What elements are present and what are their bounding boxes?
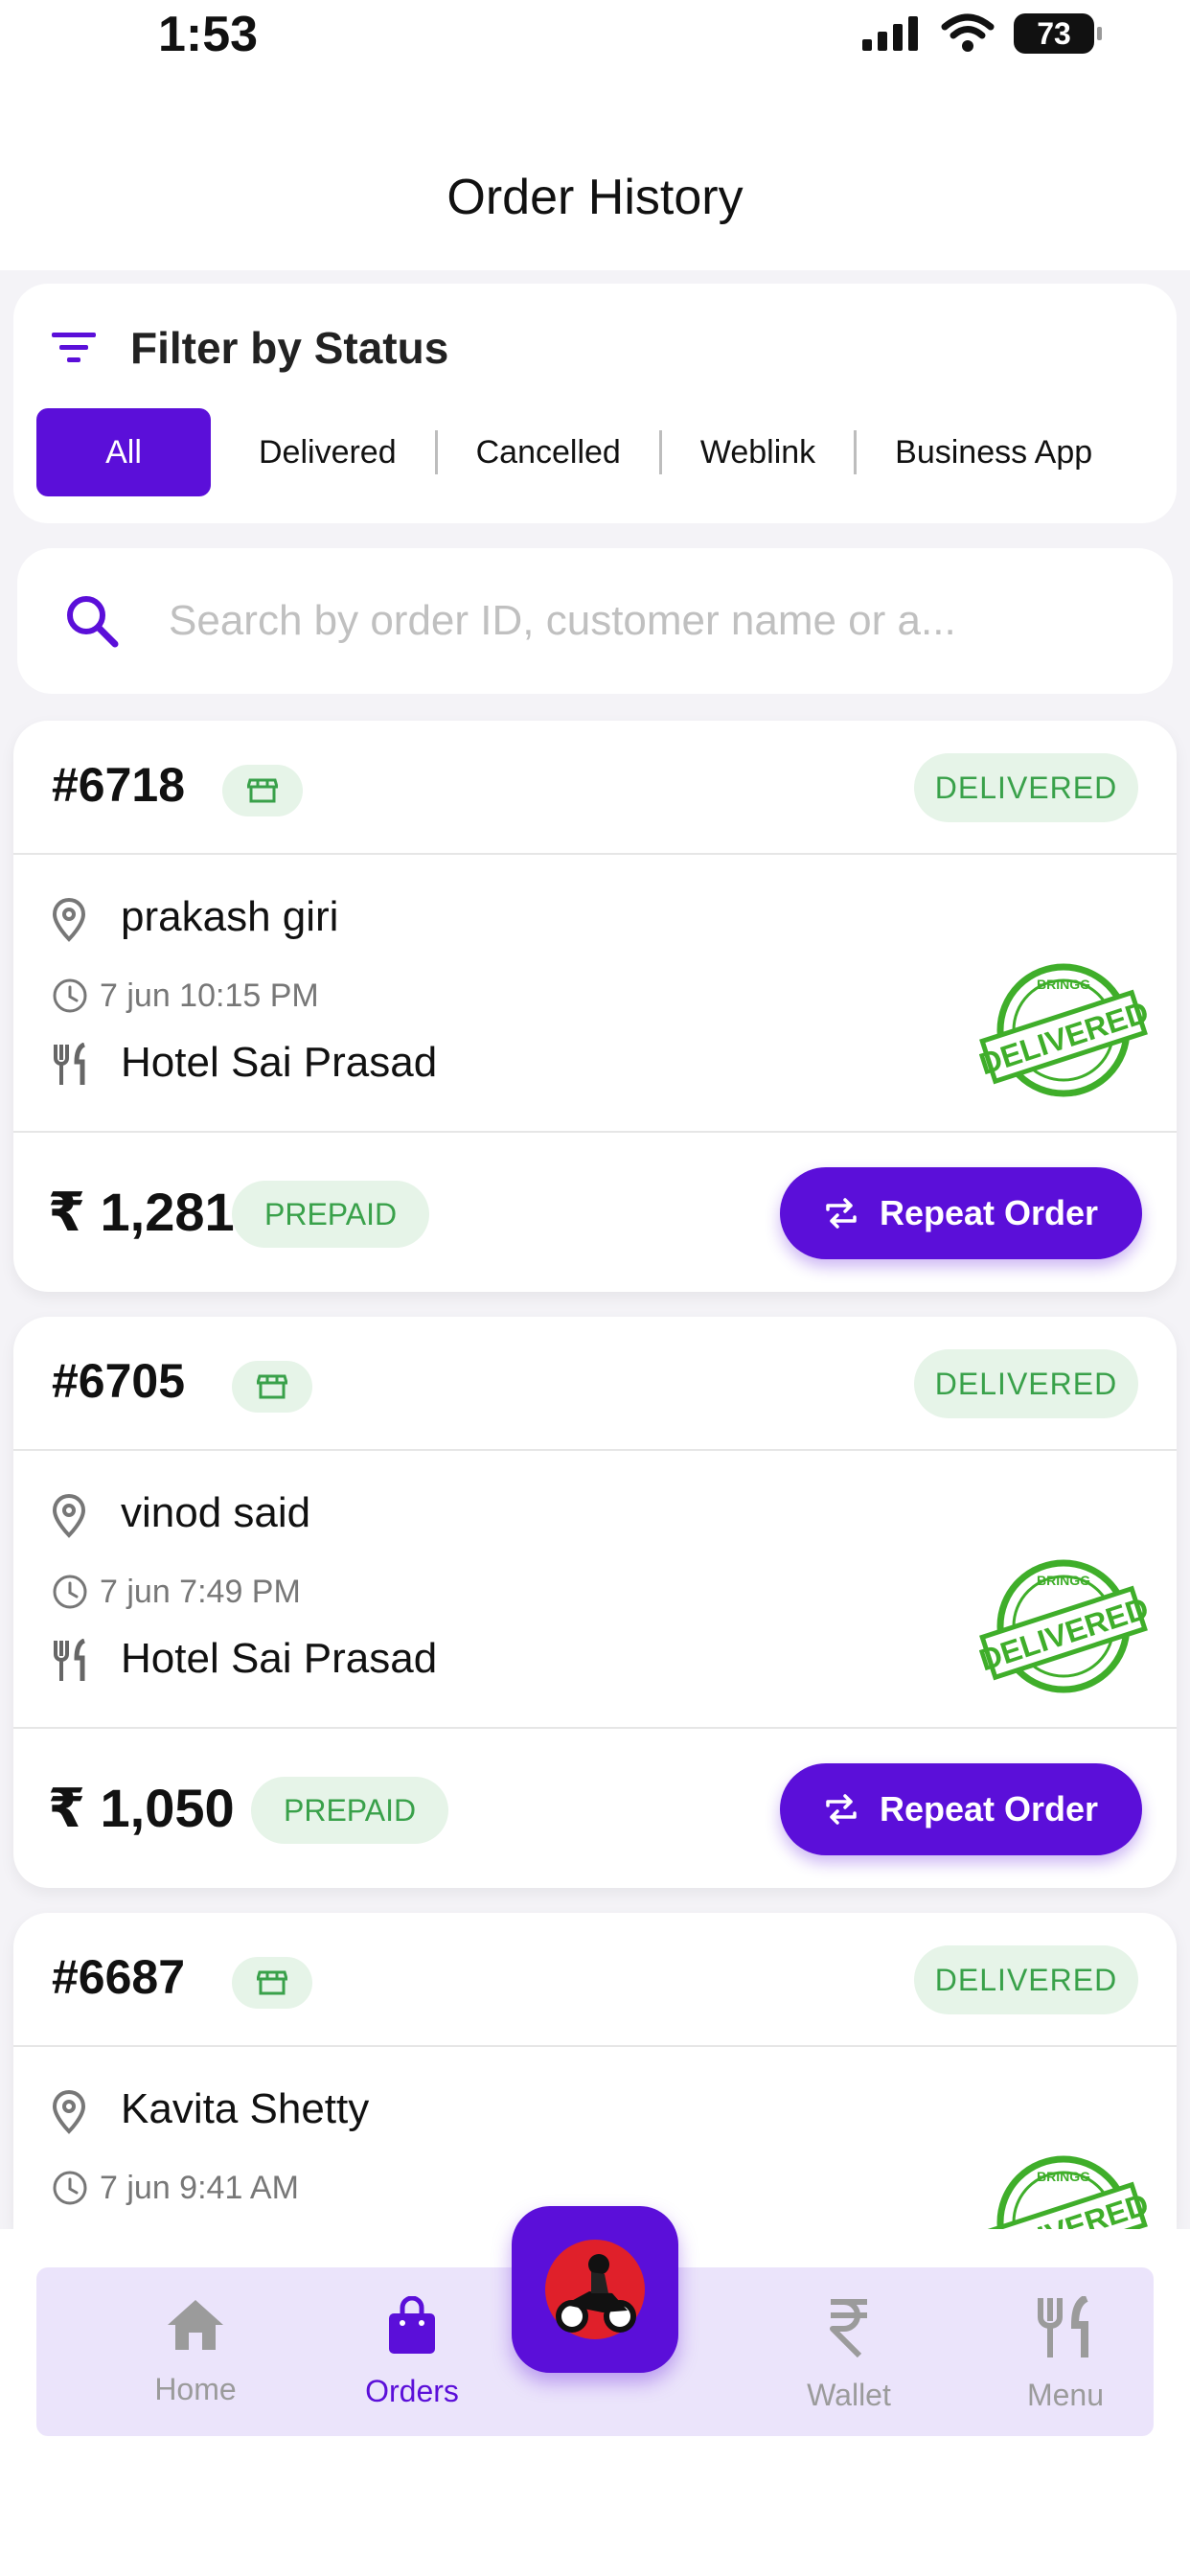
status-bar: 1:53 73 (0, 0, 1190, 77)
search-icon (67, 596, 119, 648)
home-icon (168, 2300, 223, 2350)
chip-divider (658, 430, 662, 474)
status-time: 1:53 (158, 7, 259, 62)
restaurant-name: Hotel Sai Prasad (121, 1039, 438, 1086)
status-icons: 73 (860, 13, 1102, 54)
order-card[interactable]: #6718 DELIVERED prakash giri 7 jun 10:15… (13, 721, 1177, 1292)
location-pin-icon (52, 2089, 86, 2134)
customer-name: vinod said (121, 1489, 311, 1536)
restaurant-name: Hotel Sai Prasad (121, 1635, 438, 1682)
status-badge: DELIVERED (914, 753, 1138, 822)
clock-icon (53, 2171, 87, 2205)
fork-knife-icon (1038, 2294, 1088, 2358)
stamp-top-text: BRINGG (1037, 2169, 1090, 2184)
motorbike-rider-icon (545, 2240, 645, 2339)
delivered-stamp-icon: BRINGG DELIVERED (979, 1559, 1148, 1693)
chip-weblink[interactable]: Weblink (681, 408, 835, 496)
fork-knife-icon (54, 1043, 86, 1085)
repeat-order-label: Repeat Order (879, 1789, 1099, 1828)
payment-badge: PREPAID (232, 1181, 430, 1248)
nav-orders[interactable]: Orders (326, 2295, 498, 2409)
customer-name: prakash giri (121, 893, 339, 940)
nav-home-label: Home (154, 2372, 237, 2406)
search-box[interactable] (17, 548, 1173, 694)
wifi-icon (941, 13, 995, 52)
order-card-body: prakash giri 7 jun 10:15 PM Hotel Sai Pr… (13, 855, 1177, 1133)
page-title: Order History (446, 170, 744, 225)
status-chips: All Delivered Cancelled Weblink Business… (36, 408, 1111, 496)
order-card-body: Kavita Shetty 7 jun 9:41 AM BRINGG DELIV… (13, 2047, 1177, 2229)
repeat-icon (826, 1198, 857, 1229)
repeat-icon (826, 1794, 857, 1825)
order-time: 7 jun 10:15 PM (100, 978, 319, 1014)
filter-title: Filter by Status (130, 323, 449, 373)
repeat-order-button[interactable]: Repeat Order (780, 1167, 1142, 1259)
location-pin-icon (52, 897, 86, 942)
chip-divider (434, 430, 438, 474)
rupee-icon (830, 2299, 867, 2358)
stamp-top-text: BRINGG (1037, 977, 1090, 992)
page-header: Order History (0, 77, 1190, 270)
center-action-button[interactable] (512, 2206, 678, 2373)
order-card[interactable]: #6687 DELIVERED Kavita Shetty 7 jun 9:41… (13, 1913, 1177, 2229)
nav-home[interactable]: Home (109, 2296, 282, 2407)
clock-icon (53, 978, 87, 1013)
order-id: #6687 (52, 1950, 186, 2004)
chip-all[interactable]: All (36, 408, 211, 496)
chip-delivered[interactable]: Delivered (240, 408, 416, 496)
chip-divider (854, 430, 858, 474)
nav-menu-label: Menu (1026, 2378, 1105, 2412)
status-badge: DELIVERED (914, 1945, 1138, 2014)
repeat-order-button[interactable]: Repeat Order (780, 1763, 1142, 1855)
order-time: 7 jun 7:49 PM (100, 1574, 301, 1610)
filter-card: Filter by Status All Delivered Cancelled… (13, 284, 1177, 523)
status-badge: DELIVERED (914, 1349, 1138, 1418)
store-icon (222, 765, 303, 816)
order-id: #6718 (52, 758, 186, 812)
location-pin-icon (52, 1493, 86, 1538)
nav-wallet[interactable]: Wallet (763, 2296, 935, 2413)
delivered-stamp-icon: BRINGG DELIVERED (979, 963, 1148, 1097)
store-icon (232, 1957, 312, 2009)
filter-header: Filter by Status (50, 322, 448, 374)
order-id: #6705 (52, 1354, 186, 1408)
search-input[interactable] (169, 597, 1127, 645)
order-card-footer: ₹ 1,281 PREPAID Repeat Order (13, 1133, 1177, 1292)
chip-business-app[interactable]: Business App (876, 408, 1111, 496)
signal-icon (862, 16, 918, 51)
nav-menu[interactable]: Menu (979, 2294, 1152, 2413)
nav-wallet-label: Wallet (807, 2378, 891, 2412)
delivered-stamp-icon: BRINGG DELIVERED (979, 2155, 1148, 2229)
chip-cancelled[interactable]: Cancelled (457, 408, 640, 496)
repeat-order-label: Repeat Order (879, 1193, 1099, 1232)
order-card[interactable]: #6705 DELIVERED vinod said 7 jun 7:49 PM… (13, 1317, 1177, 1888)
order-card-footer: ₹ 1,050 PREPAID Repeat Order (13, 1729, 1177, 1888)
order-time: 7 jun 9:41 AM (100, 2170, 299, 2206)
order-card-body: vinod said 7 jun 7:49 PM Hotel Sai Prasa… (13, 1451, 1177, 1729)
filter-icon (52, 333, 96, 362)
payment-badge: PREPAID (251, 1777, 449, 1844)
order-card-header: #6718 DELIVERED (13, 721, 1177, 855)
stamp-top-text: BRINGG (1037, 1573, 1090, 1588)
order-price: ₹ 1,281 (48, 1182, 235, 1242)
order-card-header: #6705 DELIVERED (13, 1317, 1177, 1451)
battery-level: 73 (1037, 15, 1071, 51)
battery-icon: 73 (1014, 13, 1102, 54)
shopping-bag-icon (389, 2295, 435, 2354)
store-icon (232, 1361, 312, 1413)
fork-knife-icon (54, 1639, 86, 1681)
order-price: ₹ 1,050 (48, 1778, 235, 1838)
customer-name: Kavita Shetty (121, 2085, 370, 2132)
order-card-header: #6687 DELIVERED (13, 1913, 1177, 2047)
nav-orders-label: Orders (365, 2374, 459, 2408)
clock-icon (53, 1575, 87, 1609)
